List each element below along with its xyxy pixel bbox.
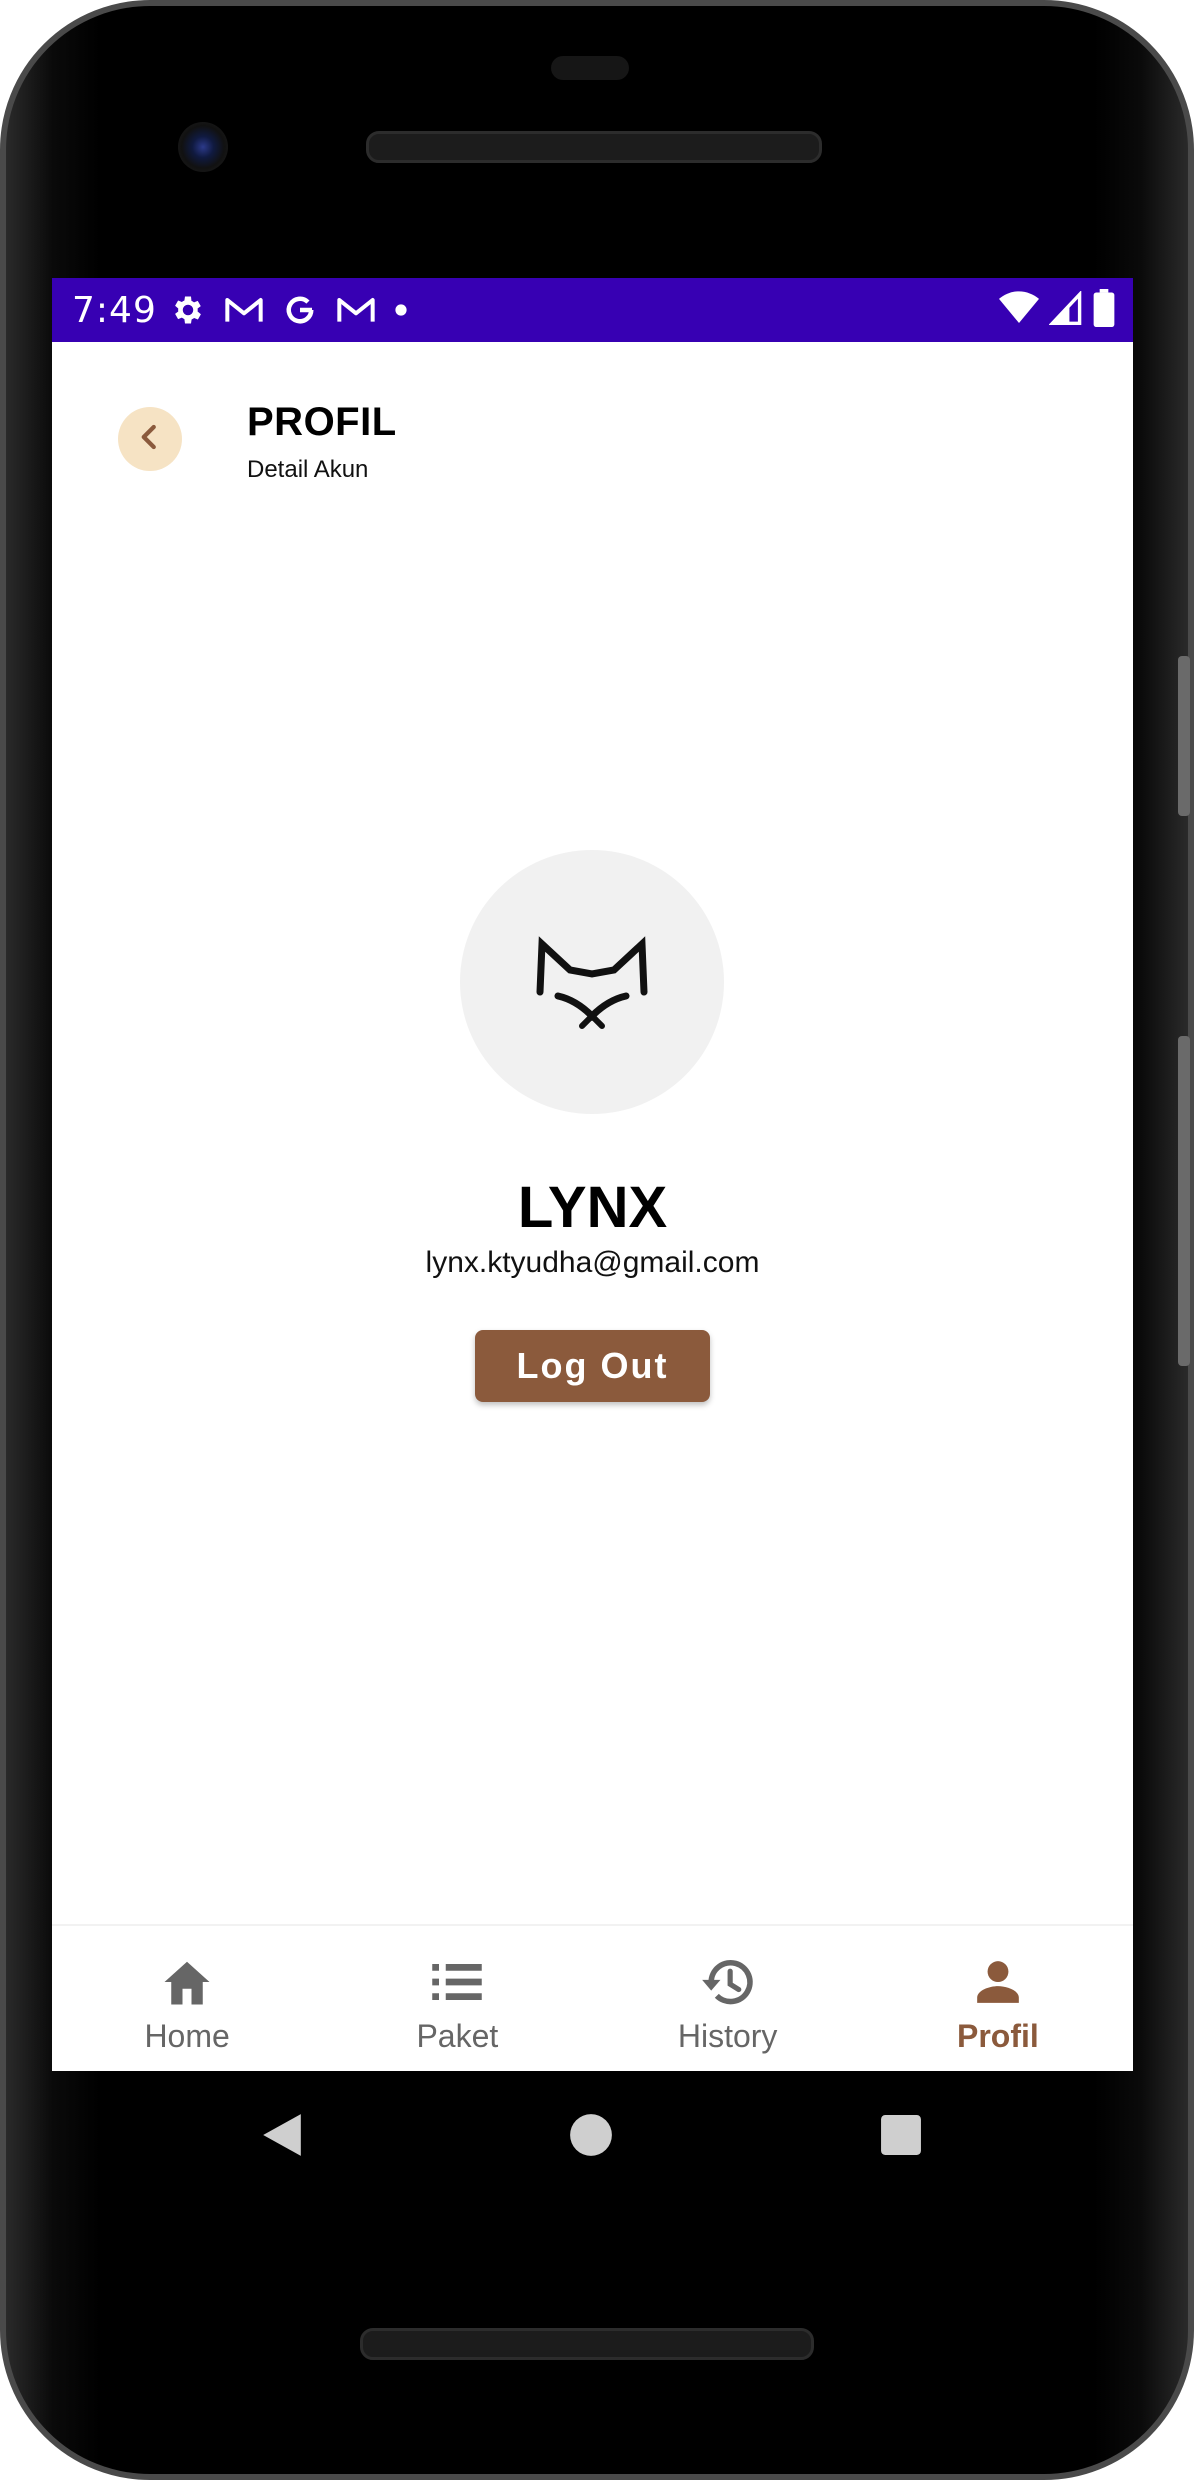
proximity-sensor <box>551 56 629 80</box>
home-icon <box>157 1952 217 2012</box>
notification-icons <box>170 290 408 330</box>
nav-item-paket[interactable]: Paket <box>322 1926 592 2071</box>
status-bar: 7:49 <box>52 278 1133 342</box>
page-subtitle: Detail Akun <box>247 456 369 483</box>
home-circle-icon <box>569 2113 613 2162</box>
android-navigation-bar <box>52 2071 1133 2201</box>
nav-label: History <box>677 2018 778 2054</box>
avatar <box>460 850 724 1114</box>
nav-label: Paket <box>416 2018 499 2054</box>
bottom-navigation: Home Paket History Profil <box>52 1924 1133 2071</box>
gear-icon <box>170 292 206 328</box>
list-icon <box>427 1952 487 2012</box>
profile-email: lynx.ktyudha@gmail.com <box>425 1246 760 1279</box>
nav-label: Profil <box>956 2018 1039 2054</box>
app-screen: 7:49 PROFIL Detail Akun LYNX lynx.ktyudh… <box>52 278 1133 2071</box>
recents-square-icon <box>880 2114 922 2161</box>
front-camera-icon <box>178 122 228 172</box>
back-triangle-icon <box>261 2112 303 2163</box>
earpiece-speaker <box>366 131 822 163</box>
page-title: PROFIL <box>247 400 397 444</box>
bottom-speaker <box>360 2328 814 2360</box>
profile-name: LYNX <box>517 1175 668 1240</box>
nav-label: Home <box>144 2018 230 2054</box>
dot-icon <box>394 303 408 317</box>
battery-icon <box>1093 288 1115 332</box>
logout-button[interactable]: Log Out <box>475 1330 710 1402</box>
system-recents-button[interactable] <box>871 2107 931 2167</box>
nav-item-history[interactable]: History <box>593 1926 863 2071</box>
volume-button <box>1178 656 1190 816</box>
back-button[interactable] <box>118 407 182 471</box>
status-time: 7:49 <box>72 290 157 331</box>
nav-item-profil[interactable]: Profil <box>863 1926 1133 2071</box>
system-home-button[interactable] <box>561 2107 621 2167</box>
system-status-icons <box>999 288 1115 332</box>
wifi-icon <box>999 290 1039 330</box>
signal-icon <box>1048 289 1083 330</box>
nav-item-home[interactable]: Home <box>52 1926 322 2071</box>
system-back-button[interactable] <box>252 2107 312 2167</box>
history-icon <box>698 1952 758 2012</box>
google-icon <box>282 292 318 328</box>
gmail-icon <box>224 294 264 326</box>
gmail-icon <box>336 294 376 326</box>
chevron-left-icon <box>135 422 165 457</box>
person-icon <box>968 1952 1028 2012</box>
lynx-logo-icon <box>532 930 652 1035</box>
power-button <box>1178 1036 1190 1366</box>
